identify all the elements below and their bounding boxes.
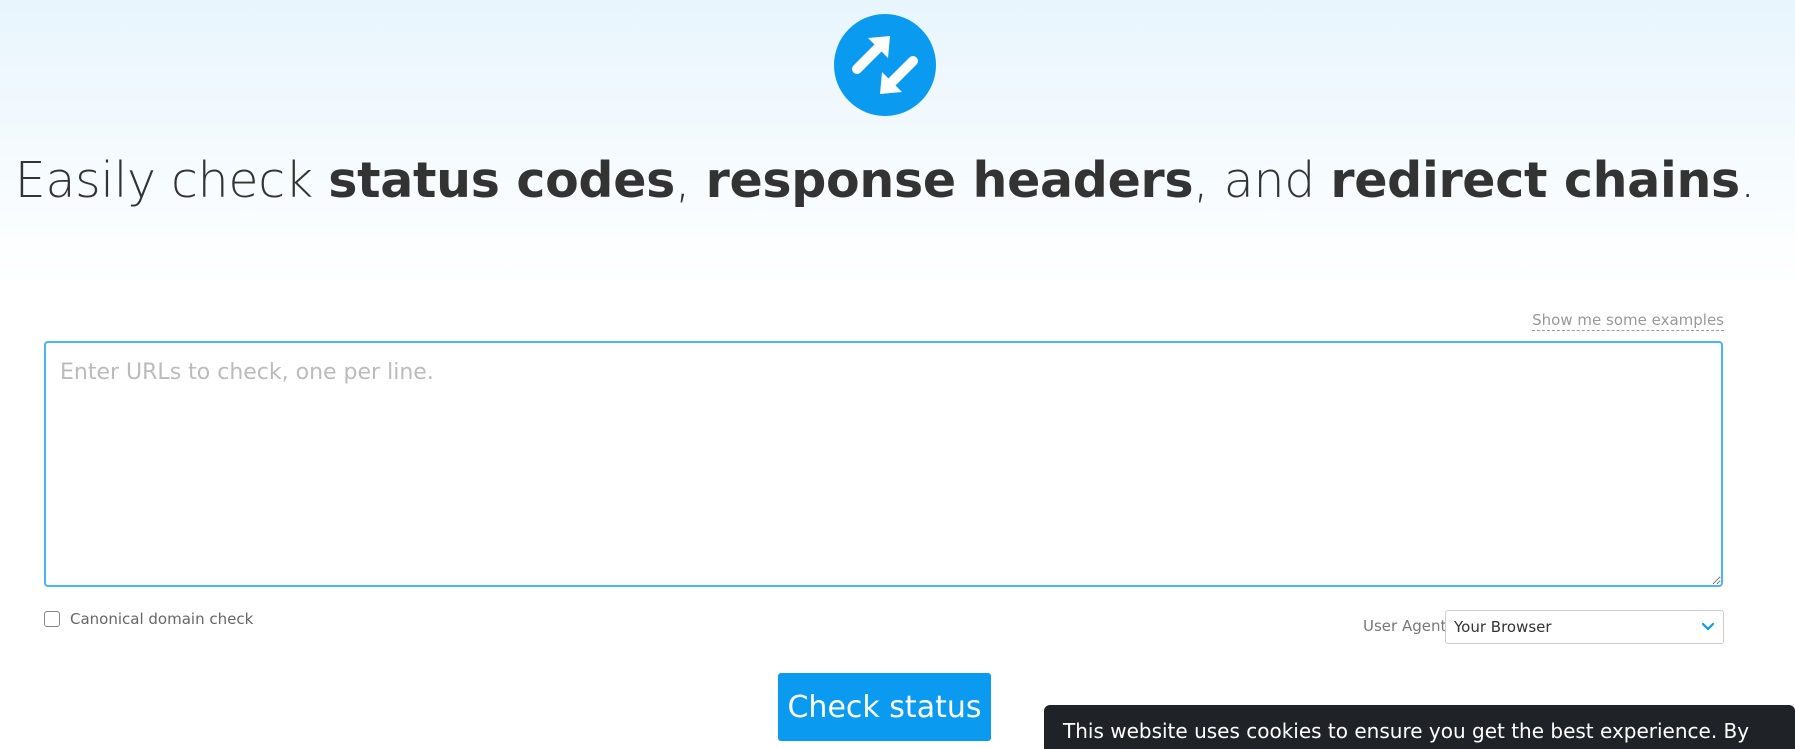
- canonical-check-label: Canonical domain check: [70, 610, 254, 628]
- canonical-domain-check[interactable]: Canonical domain check: [44, 610, 253, 628]
- chevron-down-icon: [1701, 622, 1715, 632]
- check-status-button[interactable]: Check status: [778, 673, 991, 741]
- show-examples-link[interactable]: Show me some examples: [1532, 311, 1724, 331]
- user-agent-selected-value: Your Browser: [1454, 618, 1552, 636]
- page: Easily check status codes, response head…: [0, 0, 1795, 749]
- page-headline: Easily check status codes, response head…: [14, 152, 1756, 209]
- redirect-arrows-icon: [834, 14, 936, 116]
- user-agent-label: User Agent:: [1363, 617, 1452, 635]
- url-input[interactable]: [44, 341, 1723, 587]
- user-agent-select[interactable]: Your Browser: [1445, 610, 1724, 644]
- canonical-checkbox[interactable]: [44, 611, 60, 627]
- cookie-banner-text: This website uses cookies to ensure you …: [1063, 719, 1750, 743]
- cookie-banner: This website uses cookies to ensure you …: [1044, 705, 1795, 749]
